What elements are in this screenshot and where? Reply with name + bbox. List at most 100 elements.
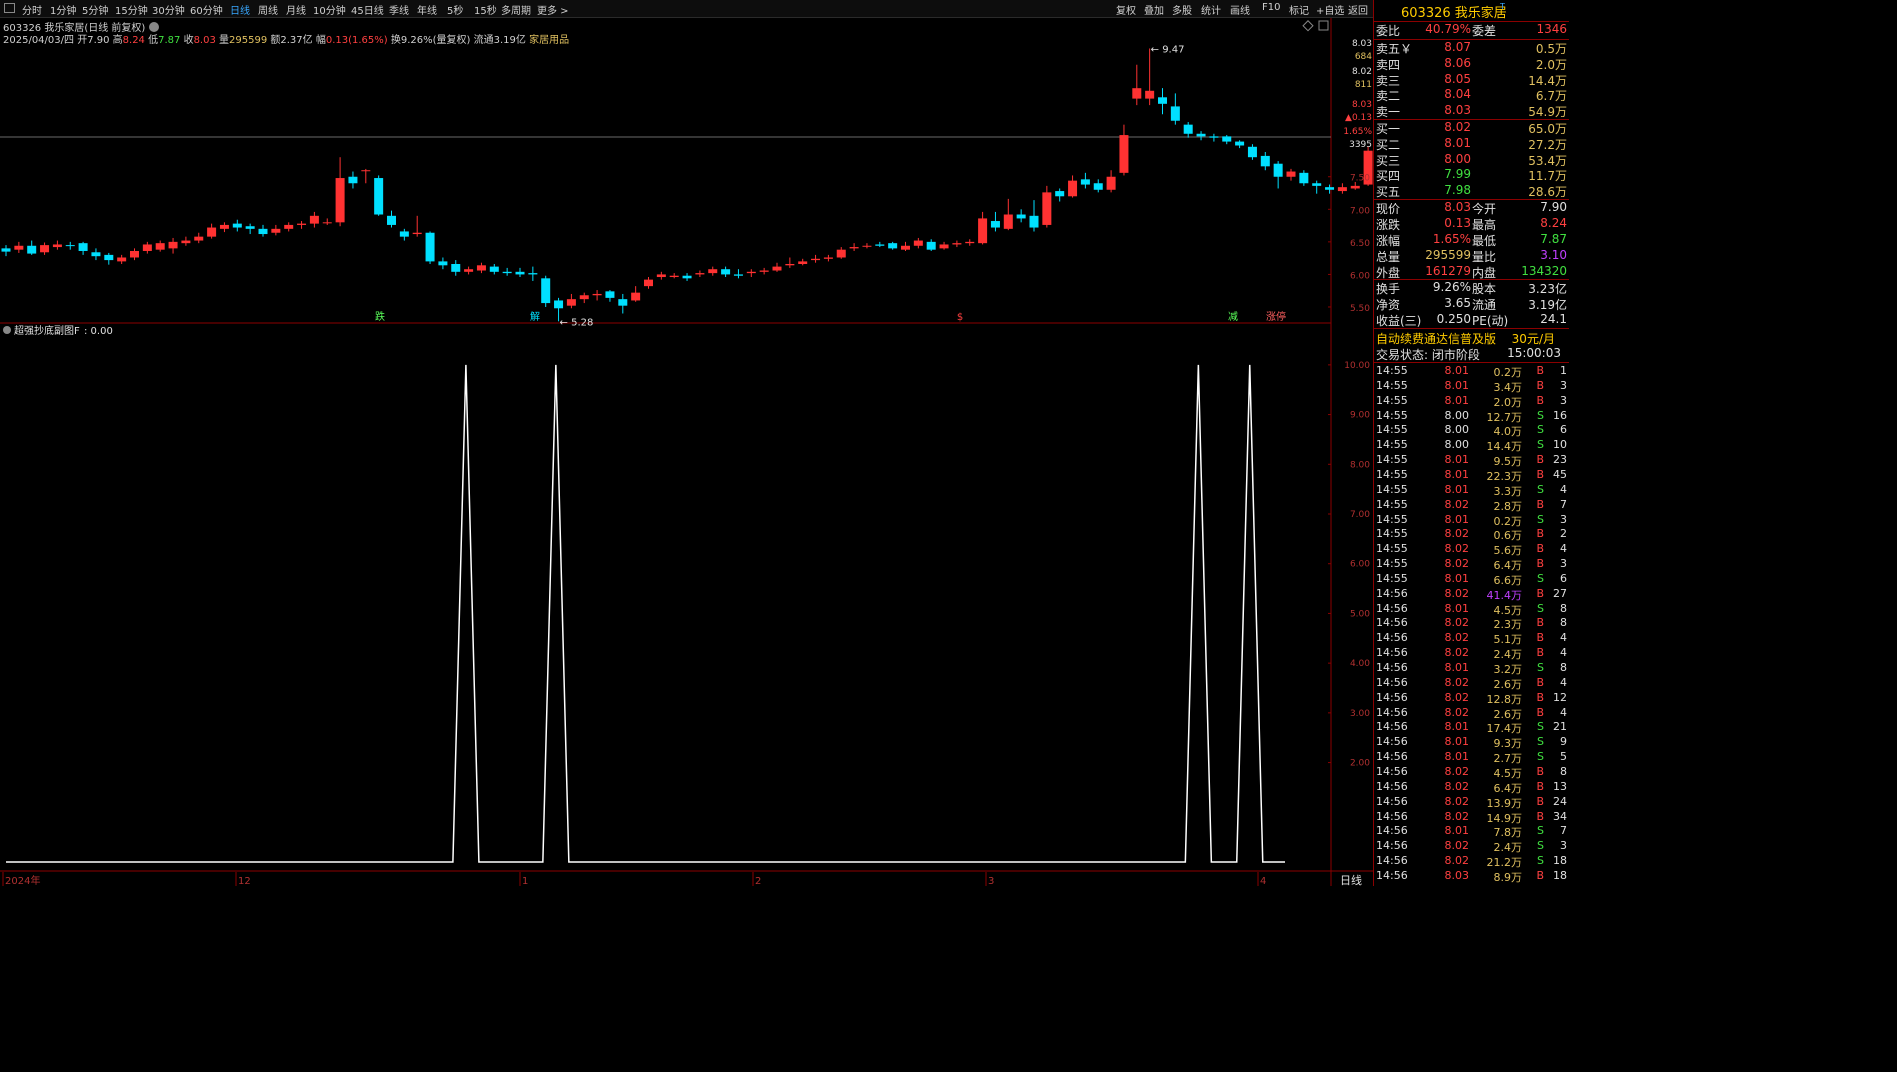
tick-row: 14:55 8.01 6.6万 S 6 bbox=[1374, 572, 1569, 587]
tick-count: 21 bbox=[1553, 720, 1567, 734]
stat-row: 换手 9.26% 股本 3.23亿 bbox=[1374, 280, 1569, 296]
window-icon[interactable] bbox=[1318, 20, 1329, 31]
stat-row: 净资 3.65 流通 3.19亿 bbox=[1374, 296, 1569, 312]
stat-row: 涨幅 1.65% 最低 7.87 bbox=[1374, 232, 1569, 248]
stat-value: 161279 bbox=[1425, 264, 1471, 278]
candle-body bbox=[823, 257, 833, 259]
tick-time: 14:56 bbox=[1376, 750, 1408, 764]
tick-price: 8.02 bbox=[1444, 675, 1470, 689]
sub-axis-tick: 7.00 bbox=[1350, 510, 1370, 520]
stock-title: 603326 我乐家居 bbox=[1401, 6, 1507, 21]
tick-time: 14:56 bbox=[1376, 868, 1408, 882]
ask-label: 卖三 bbox=[1376, 73, 1401, 88]
tick-volume: 2.6万 bbox=[1493, 707, 1523, 721]
tick-price: 8.02 bbox=[1444, 497, 1470, 511]
candle-body bbox=[1093, 183, 1103, 190]
stat-value: 8.03 bbox=[1444, 200, 1471, 214]
tick-row: 14:55 8.00 14.4万 S 10 bbox=[1374, 438, 1569, 453]
candle-body bbox=[1170, 106, 1180, 121]
tick-time: 14:56 bbox=[1376, 824, 1408, 838]
candle-body bbox=[1350, 185, 1360, 189]
tick-side: B bbox=[1536, 557, 1544, 571]
t-mark: T bbox=[1500, 2, 1505, 11]
bid-volume: 28.6万 bbox=[1528, 185, 1567, 200]
tick-row: 14:55 8.00 4.0万 S 6 bbox=[1374, 423, 1569, 438]
candle-body bbox=[502, 271, 512, 274]
tick-side: B bbox=[1536, 616, 1544, 630]
weicha-label: 委差 bbox=[1472, 24, 1497, 38]
stat-row: 收益(三) 0.250 PE(动) 24.1 bbox=[1374, 312, 1569, 328]
tick-side: B bbox=[1536, 809, 1544, 823]
tick-time: 14:56 bbox=[1376, 735, 1408, 749]
price-tick: 6.00 bbox=[1350, 271, 1370, 281]
tick-row: 14:56 8.02 2.3万 B 8 bbox=[1374, 616, 1569, 631]
bid-row: 买一 8.02 65.0万 bbox=[1374, 120, 1569, 136]
diamond-icon[interactable] bbox=[1302, 20, 1314, 32]
candle-body bbox=[605, 291, 615, 298]
tick-volume: 0.2万 bbox=[1493, 366, 1523, 379]
tick-count: 4 bbox=[1560, 542, 1567, 556]
candle-body bbox=[1325, 187, 1335, 190]
candle-body bbox=[258, 228, 268, 235]
candle-body bbox=[1, 248, 11, 252]
stat-value: 295599 bbox=[1425, 248, 1471, 262]
tick-count: 7 bbox=[1560, 497, 1567, 511]
tick-time: 14:56 bbox=[1376, 764, 1408, 778]
sub-axis-tick: 8.00 bbox=[1350, 460, 1370, 470]
tick-side: S bbox=[1537, 854, 1544, 868]
candle-body bbox=[142, 244, 152, 251]
candle-body bbox=[232, 223, 242, 228]
tick-side: B bbox=[1536, 764, 1544, 778]
tick-volume: 7.8万 bbox=[1493, 826, 1523, 840]
ask-volume: 2.0万 bbox=[1535, 57, 1567, 72]
tick-count: 18 bbox=[1553, 854, 1567, 868]
stat-label: 流通 bbox=[1472, 298, 1497, 312]
candle-body bbox=[888, 243, 898, 249]
candle-body bbox=[181, 240, 191, 244]
bid-label: 买二 bbox=[1376, 137, 1401, 152]
tick-price: 8.02 bbox=[1444, 542, 1470, 556]
sub-axis-tick: 10.00 bbox=[1344, 361, 1370, 371]
tick-volume: 2.3万 bbox=[1493, 618, 1523, 632]
candle-body bbox=[836, 249, 846, 258]
candle-body bbox=[14, 245, 24, 250]
indicator-settings-icon[interactable] bbox=[3, 326, 11, 334]
stat-value: 9.26% bbox=[1432, 280, 1471, 294]
axis-label: 1.65% bbox=[1343, 127, 1372, 137]
sub-axis-tick: 2.00 bbox=[1350, 759, 1370, 769]
chart-area[interactable]: ← 9.47 ← 5.28 跌 解 $ 减 涨停 8.03 684 8.02 811 8.03 ▲0.1… bbox=[0, 0, 1373, 886]
tick-side: S bbox=[1537, 423, 1544, 437]
tick-price: 8.01 bbox=[1444, 750, 1470, 764]
stat-label: 收益(三) bbox=[1376, 314, 1422, 328]
tick-row: 14:56 8.02 5.1万 B 4 bbox=[1374, 631, 1569, 646]
bid-volume: 27.2万 bbox=[1528, 137, 1567, 152]
stat-row: 总量 295599 量比 3.10 bbox=[1374, 248, 1569, 264]
axis-label: 684 bbox=[1355, 52, 1372, 62]
tick-time: 14:55 bbox=[1376, 438, 1408, 452]
tick-row: 14:56 8.02 2.6万 B 4 bbox=[1374, 706, 1569, 721]
promo-text: 自动续费通达信普及版 bbox=[1376, 332, 1497, 346]
candle-body bbox=[901, 245, 910, 250]
tick-price: 8.01 bbox=[1444, 661, 1470, 674]
trade-time: 15:00:03 bbox=[1507, 346, 1561, 360]
tick-volume: 9.3万 bbox=[1493, 737, 1523, 751]
candle-body bbox=[785, 264, 795, 266]
candle-body bbox=[644, 279, 653, 287]
tick-price: 8.01 bbox=[1444, 453, 1470, 467]
tick-row: 14:56 8.02 12.8万 B 12 bbox=[1374, 691, 1569, 706]
tick-time: 14:55 bbox=[1376, 527, 1408, 541]
tick-row: 14:56 8.03 8.9万 B 18 bbox=[1374, 869, 1569, 884]
tick-side: B bbox=[1536, 364, 1544, 377]
tick-count: 4 bbox=[1560, 705, 1567, 719]
low-annotation: ← 5.28 bbox=[560, 317, 594, 328]
stat-value: 3.10 bbox=[1540, 248, 1567, 262]
tick-time: 14:55 bbox=[1376, 364, 1408, 377]
bid-price: 8.01 bbox=[1444, 135, 1471, 150]
tick-side: B bbox=[1536, 690, 1544, 704]
candle-body bbox=[412, 232, 422, 235]
tick-price: 8.01 bbox=[1444, 824, 1470, 838]
bid-volume: 65.0万 bbox=[1528, 122, 1567, 136]
tick-side: B bbox=[1536, 631, 1544, 645]
signal-marker: $ bbox=[957, 312, 963, 323]
tick-side: B bbox=[1536, 467, 1544, 481]
